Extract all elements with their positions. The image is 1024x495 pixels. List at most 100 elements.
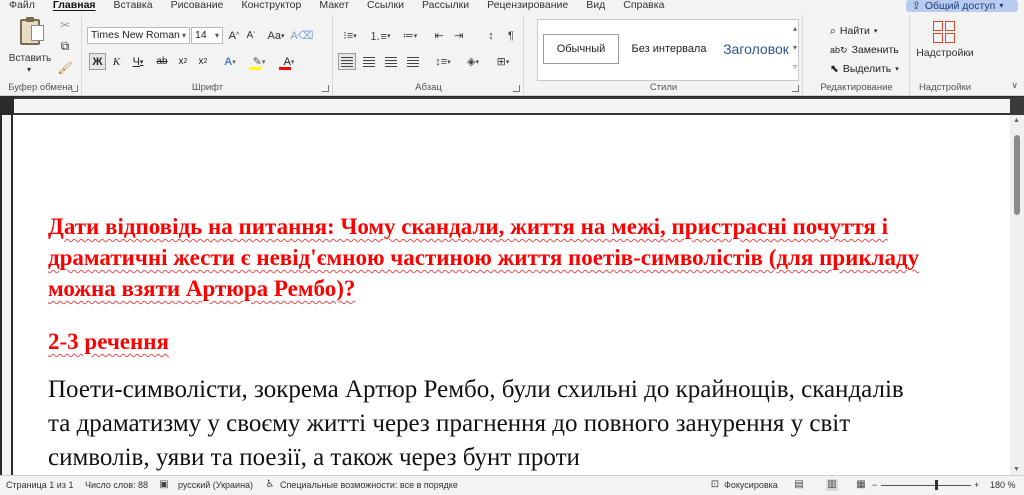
replace-button[interactable]: ab↻ Заменить: [830, 42, 899, 58]
find-button[interactable]: ⌕ Найти ▾: [830, 23, 877, 39]
font-name-select[interactable]: Times New Roman ▾: [87, 27, 190, 44]
collapse-ribbon-icon[interactable]: ∨: [1011, 80, 1018, 91]
tab-help[interactable]: Справка: [614, 0, 673, 11]
tab-home[interactable]: Главная: [44, 0, 105, 11]
proofing-icon[interactable]: ▣: [158, 479, 170, 491]
font-size-select[interactable]: 14 ▾: [191, 27, 223, 44]
strikethrough-icon[interactable]: ab: [153, 53, 171, 70]
scroll-down-icon[interactable]: ▼: [1013, 466, 1020, 473]
increase-indent-icon[interactable]: ⇥: [450, 27, 468, 44]
dialog-launcher-icon[interactable]: [792, 85, 799, 92]
select-button[interactable]: ⬉ Выделить ▾: [830, 61, 899, 77]
scroll-up-icon[interactable]: ▲: [1013, 117, 1020, 124]
style-normal[interactable]: Обычный: [543, 34, 619, 64]
zoom-out-icon[interactable]: −: [872, 480, 877, 490]
font-color-icon[interactable]: A ▾: [276, 53, 302, 70]
align-center-icon[interactable]: [360, 53, 378, 70]
clear-formatting-icon[interactable]: A⌫: [291, 27, 314, 44]
select-label: Выделить: [842, 63, 892, 75]
format-painter-icon[interactable]: 🖌: [57, 61, 72, 75]
zoom-in-icon[interactable]: +: [974, 480, 979, 490]
paste-button[interactable]: Вставить: [8, 53, 52, 64]
pilcrow-icon[interactable]: ¶: [502, 27, 520, 44]
tab-insert[interactable]: Вставка: [105, 0, 162, 11]
focus-icon[interactable]: ⊡: [709, 479, 721, 491]
addins-icon[interactable]: [933, 21, 955, 43]
dialog-launcher-icon[interactable]: [513, 85, 520, 92]
scissors-icon[interactable]: ✂: [58, 18, 72, 32]
bold-button[interactable]: Ж: [89, 53, 106, 70]
vertical-scrollbar[interactable]: ▲ ▼: [1010, 115, 1024, 475]
text-effects-icon[interactable]: A ▾: [217, 53, 243, 70]
styles-scroll[interactable]: ▴ ▾ ▿: [790, 19, 800, 76]
word-count[interactable]: Число слов: 88: [85, 480, 148, 490]
chevron-down-icon[interactable]: ▾: [22, 65, 36, 74]
tab-design[interactable]: Конструктор: [232, 0, 310, 11]
sort-icon[interactable]: ↕: [482, 27, 500, 44]
print-layout-icon[interactable]: ▥: [826, 479, 838, 491]
dialog-launcher-icon[interactable]: [322, 85, 329, 92]
copy-icon[interactable]: ⧉: [58, 39, 72, 53]
numbering-icon[interactable]: ⒈≡ ▾: [368, 27, 392, 44]
share-button[interactable]: ⇪ Общий доступ ▾: [906, 0, 1018, 12]
font-color-bar: [279, 67, 291, 70]
highlight-icon[interactable]: ✎ ▾: [246, 53, 272, 70]
tab-draw[interactable]: Рисование: [162, 0, 233, 11]
underline-button[interactable]: Ч ▾: [127, 53, 149, 70]
decrease-indent-icon[interactable]: ⇤: [430, 27, 448, 44]
styles-group: Обычный Без интервала Заголовок ▴ ▾ ▿ Ст…: [525, 15, 803, 95]
question-paragraph[interactable]: Дати відповідь на питання: Чому скандали…: [48, 211, 948, 304]
align-right-icon[interactable]: [382, 53, 400, 70]
zoom-level[interactable]: 180 %: [990, 480, 1016, 490]
share-label: Общий доступ: [924, 0, 996, 12]
shrink-font-icon[interactable]: Aˇ: [243, 27, 259, 44]
tab-references[interactable]: Ссылки: [358, 0, 413, 11]
accessibility-icon[interactable]: ♿: [264, 479, 276, 491]
find-label: Найти: [839, 25, 870, 37]
tab-layout[interactable]: Макет: [310, 0, 358, 11]
language-status[interactable]: русский (Украина): [178, 480, 253, 490]
horizontal-ruler[interactable]: [14, 99, 1010, 113]
answer-paragraph[interactable]: Поети-символісти, зокрема Артюр Рембо, б…: [48, 373, 928, 475]
italic-button[interactable]: К: [109, 53, 124, 70]
grow-font-icon[interactable]: A ^: [226, 27, 242, 44]
chevron-down-icon: ▾: [214, 31, 219, 40]
chevron-up-icon[interactable]: ▴: [790, 19, 800, 38]
line-spacing-icon[interactable]: ↕≡ ▾: [430, 53, 456, 70]
web-layout-icon[interactable]: ▦: [855, 479, 867, 491]
replace-icon: ab↻: [830, 44, 848, 55]
borders-icon[interactable]: ⊞ ▾: [490, 53, 516, 70]
style-no-spacing[interactable]: Без интервала: [627, 34, 711, 64]
shading-icon[interactable]: ◈ ▾: [460, 53, 486, 70]
zoom-slider[interactable]: [881, 485, 971, 486]
vertical-ruler: [0, 115, 12, 475]
zoom-slider-thumb[interactable]: [935, 480, 938, 490]
tab-selector[interactable]: [0, 97, 14, 115]
justify-icon[interactable]: [404, 53, 422, 70]
share-icon: ⇪: [912, 0, 921, 12]
scrollbar-thumb[interactable]: [1014, 135, 1020, 215]
multilevel-list-icon[interactable]: ≔ ▾: [398, 27, 422, 44]
bullets-icon[interactable]: ⁝≡ ▾: [338, 27, 362, 44]
page-count[interactable]: Страница 1 из 1: [6, 480, 73, 490]
tab-view[interactable]: Вид: [577, 0, 614, 11]
align-left-icon[interactable]: [338, 53, 356, 70]
sentence-count-paragraph[interactable]: 2-3 речення: [48, 328, 169, 356]
status-bar: Страница 1 из 1 Число слов: 88 ▣ русский…: [0, 475, 1024, 495]
style-heading[interactable]: Заголовок: [716, 34, 796, 64]
change-case-button[interactable]: Aa ▾: [264, 27, 288, 44]
focus-button[interactable]: Фокусировка: [724, 480, 778, 490]
chevron-down-icon[interactable]: ▾: [790, 38, 800, 57]
tab-mailings[interactable]: Рассылки: [413, 0, 478, 11]
subscript-icon[interactable]: x2: [174, 53, 192, 70]
tab-review[interactable]: Рецензирование: [478, 0, 577, 11]
tab-file[interactable]: Файл: [0, 0, 44, 11]
read-mode-icon[interactable]: ▤: [793, 479, 805, 491]
document-page[interactable]: Дати відповідь на питання: Чому скандали…: [13, 115, 1010, 475]
dialog-launcher-icon[interactable]: [71, 85, 78, 92]
accessibility-status[interactable]: Специальные возможности: все в порядке: [280, 480, 458, 490]
addins-button[interactable]: Надстройки: [913, 47, 977, 59]
superscript-icon[interactable]: x2: [194, 53, 212, 70]
paste-icon[interactable]: [16, 17, 44, 47]
more-icon[interactable]: ▿: [790, 57, 800, 76]
